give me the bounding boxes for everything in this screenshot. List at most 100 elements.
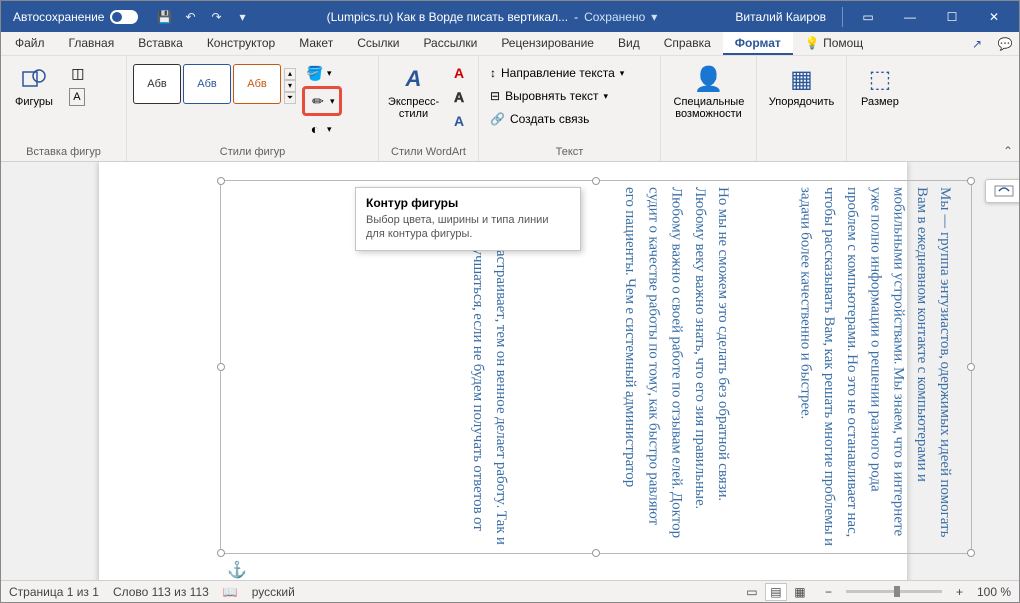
text-box[interactable]: Мы — группа энтузиастов, одержимых идеей… — [220, 180, 972, 554]
collapse-ribbon-icon[interactable]: ⌃ — [1003, 144, 1013, 158]
resize-handle[interactable] — [592, 177, 600, 185]
group-label-size — [853, 143, 911, 161]
chevron-down-icon[interactable]: ▾ — [232, 7, 252, 27]
text-fill-button[interactable]: A — [446, 62, 472, 84]
autosave-toggle[interactable]: Автосохранение — [5, 10, 146, 24]
zoom-in-icon[interactable]: + — [956, 585, 963, 599]
anchor-icon: ⚓ — [227, 560, 247, 580]
more-styles-icon[interactable]: ⏷ — [284, 92, 296, 104]
arrange-label: Упорядочить — [769, 96, 834, 108]
shapes-button[interactable]: Фигуры — [7, 60, 61, 110]
document-title: (Lumpics.ru) Как в Ворде писать вертикал… — [260, 10, 723, 24]
size-button[interactable]: ⬚ Размер — [853, 60, 907, 110]
group-label-insert-shapes: Вставка фигур — [7, 143, 120, 161]
vertical-text-1: Мы — группа энтузиастов, одержимых идеей… — [747, 187, 957, 547]
text-direction-button[interactable]: ↕Направление текста▾ — [485, 62, 629, 84]
tab-review[interactable]: Рецензирование — [489, 32, 606, 55]
menu-bar: Файл Главная Вставка Конструктор Макет С… — [1, 32, 1019, 56]
resize-handle[interactable] — [967, 177, 975, 185]
zoom-out-icon[interactable]: − — [825, 585, 832, 599]
web-layout-icon[interactable]: ▦ — [789, 583, 811, 601]
edit-shape-button[interactable]: ◫ — [65, 62, 91, 84]
size-label: Размер — [861, 96, 899, 108]
language-status[interactable]: русский — [252, 585, 295, 599]
text-effects-button[interactable]: A — [446, 110, 472, 132]
size-icon: ⬚ — [869, 62, 892, 96]
ribbon-options-icon[interactable]: ▭ — [847, 1, 889, 32]
tab-home[interactable]: Главная — [57, 32, 127, 55]
status-bar: Страница 1 из 1 Слово 113 из 113 📖 русск… — [1, 580, 1019, 602]
shape-effects-button[interactable]: ◐▾ — [302, 118, 342, 140]
tab-file[interactable]: Файл — [3, 32, 57, 55]
tab-mailings[interactable]: Рассылки — [411, 32, 489, 55]
resize-handle[interactable] — [967, 549, 975, 557]
layout-options-badge[interactable] — [985, 179, 1019, 203]
window-controls: ▭ — ☐ ✕ — [847, 1, 1015, 32]
shape-fill-button[interactable]: 🪣▾ — [302, 62, 342, 84]
align-text-icon: ⊟ — [490, 89, 500, 103]
link-icon: 🔗 — [490, 112, 505, 126]
tab-layout[interactable]: Макет — [287, 32, 345, 55]
accessibility-button[interactable]: 👤 Специальные возможности — [667, 60, 750, 122]
maximize-icon[interactable]: ☐ — [931, 1, 973, 32]
share-icon[interactable]: ↗ — [963, 32, 991, 55]
word-count[interactable]: Слово 113 из 113 — [113, 585, 209, 599]
minimize-icon[interactable]: — — [889, 1, 931, 32]
shape-style-1[interactable]: Абв — [133, 64, 181, 104]
accessibility-icon: 👤 — [694, 62, 724, 96]
toggle-switch-icon — [110, 10, 138, 24]
doc-title-text: (Lumpics.ru) Как в Ворде писать вертикал… — [327, 10, 568, 24]
tab-insert[interactable]: Вставка — [126, 32, 195, 55]
redo-icon[interactable]: ↷ — [206, 7, 226, 27]
ribbon: Фигуры ◫ A Вставка фигур Абв Абв Абв ▴ ▾… — [1, 56, 1019, 162]
save-icon[interactable]: 💾 — [154, 7, 174, 27]
create-link-button[interactable]: 🔗Создать связь — [485, 108, 629, 130]
tab-design[interactable]: Конструктор — [195, 32, 287, 55]
group-label-shape-styles: Стили фигур — [133, 143, 372, 161]
shapes-label: Фигуры — [15, 96, 53, 108]
tab-references[interactable]: Ссылки — [345, 32, 411, 55]
read-mode-icon[interactable]: ▭ — [741, 583, 763, 601]
tooltip-body: Выбор цвета, ширины и типа линии для кон… — [366, 213, 570, 242]
fill-icon: 🪣 — [306, 64, 324, 82]
title-bar: Автосохранение 💾 ↶ ↷ ▾ (Lumpics.ru) Как … — [1, 1, 1019, 32]
arrange-button[interactable]: ▦ Упорядочить — [763, 60, 840, 110]
shape-outline-highlight: ✏▾ — [302, 86, 342, 116]
resize-handle[interactable] — [217, 363, 225, 371]
tab-format[interactable]: Формат — [723, 32, 793, 55]
text-box-button[interactable]: A — [65, 86, 91, 108]
zoom-level[interactable]: 100 % — [977, 585, 1011, 599]
shape-style-3[interactable]: Абв — [233, 64, 281, 104]
shape-style-2[interactable]: Абв — [183, 64, 231, 104]
resize-handle[interactable] — [967, 363, 975, 371]
scroll-down-icon[interactable]: ▾ — [284, 80, 296, 92]
zoom-slider[interactable] — [846, 590, 942, 593]
quick-access-toolbar: 💾 ↶ ↷ ▾ — [146, 7, 260, 27]
accessibility-label: Специальные возможности — [674, 96, 744, 120]
resize-handle[interactable] — [592, 549, 600, 557]
outline-icon: ✏ — [309, 92, 327, 110]
tooltip-shape-outline: Контур фигуры Выбор цвета, ширины и типа… — [355, 187, 581, 251]
text-direction-icon: ↕ — [490, 66, 496, 80]
tab-help[interactable]: Справка — [652, 32, 723, 55]
text-outline-button[interactable]: A — [446, 86, 472, 108]
wordart-styles-button[interactable]: A Экспресс- стили — [385, 60, 442, 122]
shape-outline-button[interactable]: ✏▾ — [305, 90, 339, 112]
undo-icon[interactable]: ↶ — [180, 7, 200, 27]
group-label-wordart: Стили WordArt — [385, 143, 472, 161]
spellcheck-icon[interactable]: 📖 — [223, 585, 238, 599]
print-layout-icon[interactable]: ▤ — [765, 583, 787, 601]
tooltip-title: Контур фигуры — [366, 196, 570, 210]
resize-handle[interactable] — [217, 177, 225, 185]
resize-handle[interactable] — [217, 549, 225, 557]
tab-view[interactable]: Вид — [606, 32, 652, 55]
divider — [842, 7, 843, 27]
tab-tellme[interactable]: 💡 Помощ — [793, 32, 875, 55]
wrap-icon — [993, 184, 1015, 198]
comments-icon[interactable]: 💬 — [991, 32, 1019, 55]
page-status[interactable]: Страница 1 из 1 — [9, 585, 99, 599]
saved-status: Сохранено — [584, 10, 645, 24]
scroll-up-icon[interactable]: ▴ — [284, 68, 296, 80]
close-icon[interactable]: ✕ — [973, 1, 1015, 32]
align-text-button[interactable]: ⊟Выровнять текст▾ — [485, 85, 629, 107]
